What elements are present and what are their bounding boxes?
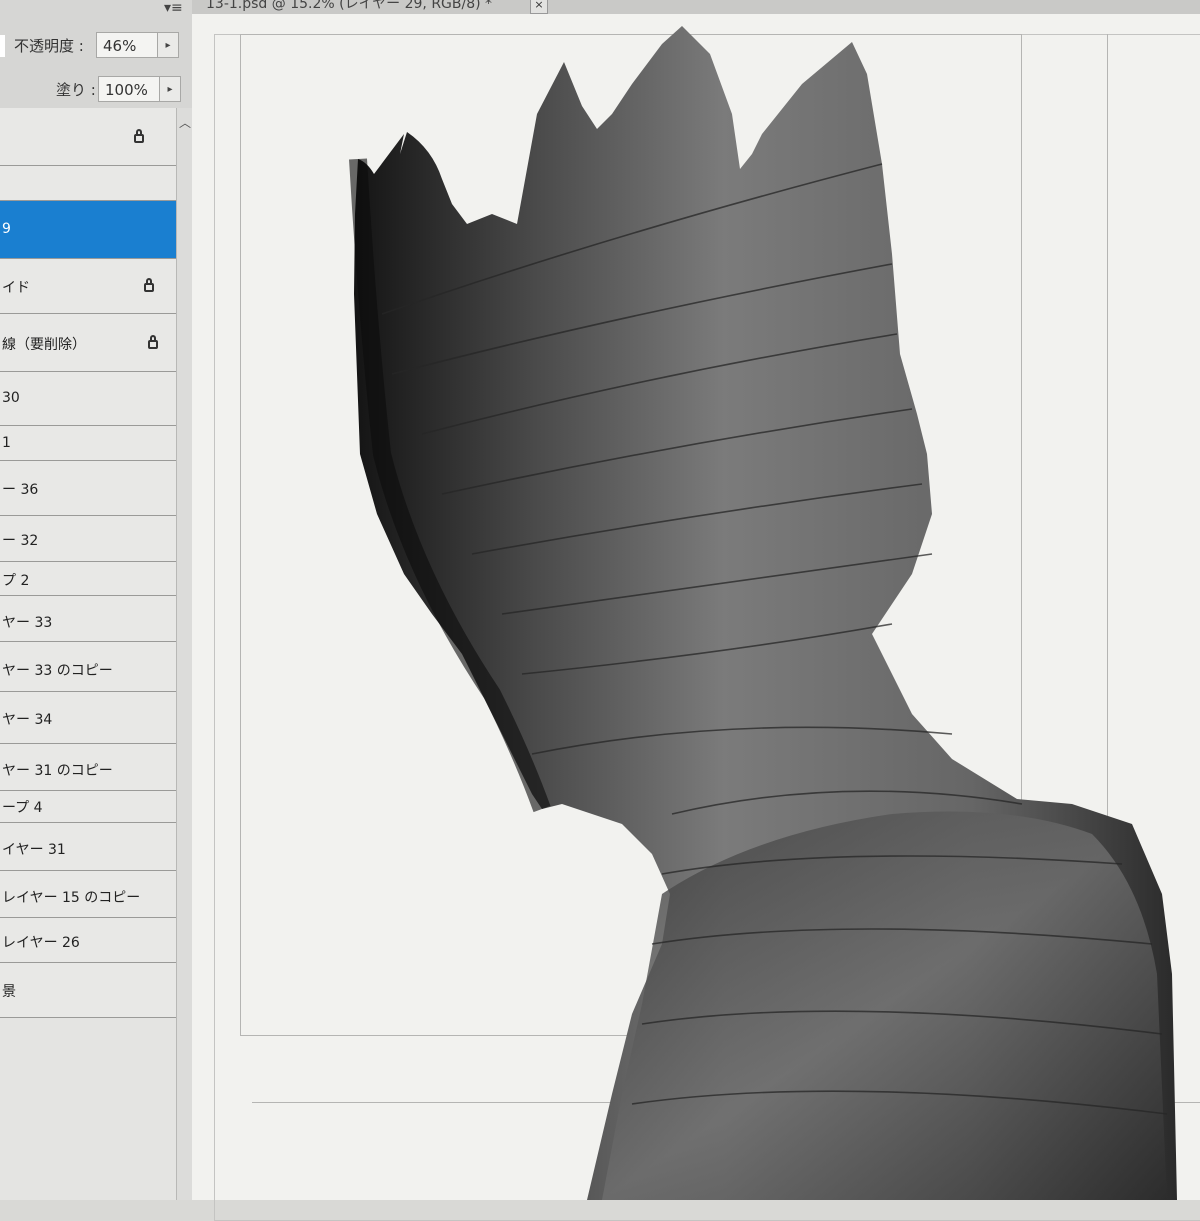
opacity-input[interactable]: 46% <box>96 32 158 58</box>
layer-name: イヤー 31 <box>2 842 66 858</box>
layer-row[interactable]: イヤー 31 <box>0 823 195 871</box>
layer-row[interactable]: 景 <box>0 963 198 1018</box>
layer-row[interactable]: ヤー 34 <box>0 692 195 744</box>
layer-name: レイヤー 26 <box>2 935 80 951</box>
layer-row[interactable] <box>0 108 195 166</box>
layer-row[interactable]: ー 36 <box>0 461 195 516</box>
crowned-figure-illustration <box>349 26 1177 1200</box>
layer-name: レイヤー 15 のコピー <box>2 890 141 906</box>
lock-icon <box>144 278 154 292</box>
layer-row[interactable]: ヤー 33 <box>0 596 195 642</box>
layer-name: 線（要削除） <box>2 337 86 353</box>
layers-panel: ▾≡ 不透明度 : 46% ▸ 塗り : 100% ▸ 9 イド 線（要削除） <box>0 0 198 1200</box>
layer-name: ープ 4 <box>2 800 43 816</box>
fill-input[interactable]: 100% <box>98 76 160 102</box>
layer-row[interactable]: レイヤー 26 <box>0 918 195 963</box>
fill-slider-arrow-icon[interactable]: ▸ <box>159 76 181 102</box>
layer-properties-bar: ▾≡ 不透明度 : 46% ▸ 塗り : 100% ▸ <box>0 0 192 109</box>
opacity-slider-arrow-icon[interactable]: ▸ <box>157 32 179 58</box>
layer-row[interactable]: 線（要削除） <box>0 314 195 372</box>
panel-edge-marker <box>0 35 5 57</box>
layer-name: 1 <box>2 435 11 451</box>
layer-name: イド <box>2 280 30 296</box>
layer-name: 9 <box>2 221 11 237</box>
layer-name: ヤー 34 <box>2 712 53 728</box>
layer-row[interactable]: 1 <box>0 426 195 461</box>
layer-row[interactable]: イド <box>0 259 195 314</box>
layer-name: ー 36 <box>2 482 39 498</box>
fill-label: 塗り : <box>56 80 96 99</box>
layer-list: 9 イド 線（要削除） 30 1 ー 36 ー 32 プ 2 ヤー 33 ヤー … <box>0 108 198 1200</box>
scroll-up-chevron-icon[interactable]: ︿ <box>179 114 191 131</box>
layer-row[interactable]: レイヤー 15 のコピー <box>0 871 195 918</box>
canvas-area[interactable] <box>192 14 1200 1221</box>
layer-name: ヤー 31 のコピー <box>2 763 113 779</box>
opacity-label: 不透明度 : <box>14 36 84 55</box>
layer-name: ヤー 33 <box>2 615 53 631</box>
layer-row[interactable]: 30 <box>0 372 195 426</box>
panel-menu-icon[interactable]: ▾≡ <box>164 0 183 16</box>
layer-row[interactable]: プ 2 <box>0 562 195 596</box>
layer-name: 景 <box>2 984 16 1000</box>
layer-name: 30 <box>2 390 20 406</box>
lock-icon <box>134 129 144 143</box>
layer-list-scrollbar[interactable]: ︿ <box>176 108 193 1200</box>
document-title: 13-1.psd @ 15.2% (レイヤー 29, RGB/8) * <box>206 0 493 12</box>
lock-icon <box>148 335 158 349</box>
layer-row[interactable]: ー 32 <box>0 516 195 562</box>
layer-row-selected[interactable]: 9 <box>0 201 195 259</box>
layer-name: ー 32 <box>2 533 39 549</box>
layer-row[interactable] <box>0 166 195 201</box>
close-tab-icon[interactable]: × <box>530 0 548 14</box>
layer-row[interactable]: ヤー 31 のコピー <box>0 744 195 791</box>
layer-row[interactable]: ープ 4 <box>0 791 195 823</box>
layer-name: ヤー 33 のコピー <box>2 663 113 679</box>
layer-name: プ 2 <box>2 573 30 589</box>
document-tab[interactable]: 13-1.psd @ 15.2% (レイヤー 29, RGB/8) * × <box>192 0 1200 15</box>
layer-row[interactable]: ヤー 33 のコピー <box>0 642 195 692</box>
